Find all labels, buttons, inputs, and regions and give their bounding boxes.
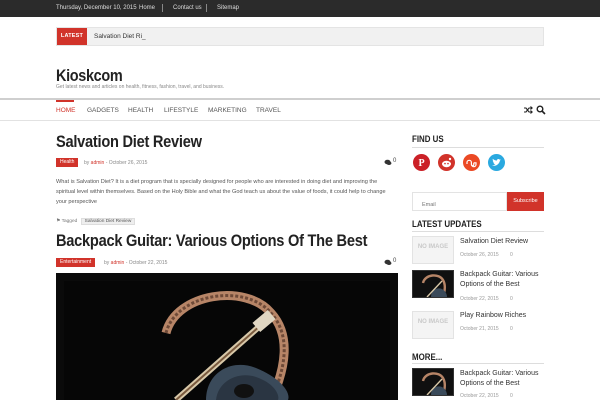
article-tags: ⚑ Tagged Salvation Diet Review (56, 218, 136, 225)
by-label: by (104, 260, 110, 266)
active-indicator (56, 100, 74, 102)
featured-image-guitar[interactable] (56, 273, 398, 400)
current-date: Thursday, December 10, 2015 (56, 5, 137, 11)
find-us-heading: FIND US (412, 134, 444, 144)
update-meta: October 21, 2015 0 (460, 326, 513, 332)
update-title[interactable]: Salvation Diet Review (460, 237, 550, 247)
pinterest-glyph: P (418, 158, 424, 169)
article-meta: by admin - October 26, 2015 (84, 160, 147, 166)
more-date: October 22, 2015 (460, 393, 499, 399)
article-excerpt: What is Salvation Diet? It is a diet pro… (56, 179, 386, 205)
main-nav: HOME GADGETS HEALTH LIFESTYLE MARKETING … (0, 100, 600, 121)
no-image-placeholder: NO IMAGE (417, 244, 449, 250)
top-link-contact[interactable]: Contact us (173, 5, 202, 11)
search-icon[interactable] (536, 105, 546, 115)
more-heading: MORE... (412, 352, 443, 362)
latest-ticker: LATEST Salvation Diet Ri_ (56, 27, 544, 46)
twitter-icon[interactable] (488, 154, 505, 171)
subscribe-button[interactable]: Subscribe (507, 192, 544, 211)
article-title[interactable]: Salvation Diet Review (56, 132, 202, 152)
update-comments: 0 (510, 296, 513, 302)
shuffle-icon[interactable] (523, 105, 533, 115)
no-image-placeholder: NO IMAGE (417, 319, 449, 325)
post-date: - October 26, 2015 (105, 160, 148, 166)
top-link-sitemap[interactable]: Sitemap (217, 5, 239, 11)
update-meta: October 26, 2015 0 (460, 252, 513, 258)
article-title[interactable]: Backpack Guitar: Various Options Of The … (56, 231, 367, 251)
update-date: October 21, 2015 (460, 326, 499, 332)
update-meta: October 22, 2015 0 (460, 296, 513, 302)
more-comments: 0 (510, 393, 513, 399)
more-title[interactable]: Backpack Guitar: Various Options of the … (460, 369, 550, 389)
top-bar: Thursday, December 10, 2015 Home Contact… (0, 0, 600, 17)
update-thumbnail[interactable]: NO IMAGE (412, 236, 454, 264)
update-title[interactable]: Play Rainbow Riches (460, 311, 550, 321)
nav-item-marketing[interactable]: MARKETING (208, 107, 247, 114)
divider (412, 363, 544, 364)
ticker-link[interactable]: Salvation Diet Ri_ (94, 33, 146, 40)
divider (412, 231, 544, 232)
category-badge[interactable]: Health (56, 158, 79, 167)
author-link[interactable]: admin (111, 260, 125, 266)
update-comments: 0 (510, 326, 513, 332)
guitar-thumb-image (421, 372, 447, 396)
update-comments: 0 (510, 252, 513, 258)
update-date: October 26, 2015 (460, 252, 499, 258)
divider (206, 4, 207, 12)
update-thumbnail[interactable]: NO IMAGE (412, 311, 454, 339)
nav-item-lifestyle[interactable]: LIFESTYLE (164, 107, 198, 114)
update-date: October 22, 2015 (460, 296, 499, 302)
nav-item-travel[interactable]: TRAVEL (256, 107, 281, 114)
pinterest-icon[interactable]: P (413, 154, 430, 171)
nav-item-health[interactable]: HEALTH (128, 107, 153, 114)
divider (162, 4, 163, 12)
guitar-illustration (56, 273, 398, 400)
update-title[interactable]: Backpack Guitar: Various Options of the … (460, 270, 550, 290)
site-tagline: Get latest news and articles on health, … (56, 84, 225, 90)
tags-label: Tagged (61, 219, 78, 224)
site-logo[interactable]: Kioskcom (56, 66, 123, 86)
guitar-thumb-image (421, 274, 447, 298)
post-date: - October 22, 2015 (125, 260, 168, 266)
comments-icon (384, 159, 392, 165)
tag-icon: ⚑ (56, 219, 61, 224)
tag-link[interactable]: Salvation Diet Review (80, 218, 136, 225)
reddit-icon[interactable] (438, 154, 455, 171)
twitter-glyph (492, 158, 501, 166)
top-link-home[interactable]: Home (139, 5, 155, 11)
svg-text:P: P (418, 158, 424, 169)
reddit-glyph (442, 157, 452, 168)
nav-item-home[interactable]: HOME (56, 107, 76, 114)
comment-number: 0 (393, 258, 397, 264)
by-label: by (84, 160, 90, 166)
more-thumbnail[interactable] (412, 368, 454, 396)
email-input[interactable] (412, 192, 507, 211)
comment-number: 0 (393, 158, 397, 164)
author-link[interactable]: admin (91, 160, 105, 166)
update-thumbnail[interactable] (412, 270, 454, 298)
stumbleupon-glyph (466, 159, 477, 168)
stumbleupon-icon[interactable] (463, 154, 480, 171)
article-meta: by admin - October 22, 2015 (104, 260, 167, 266)
divider (412, 147, 544, 148)
nav-item-gadgets[interactable]: GADGETS (87, 107, 119, 114)
category-badge[interactable]: Entertainment (56, 258, 96, 267)
more-meta: October 22, 2015 0 (460, 393, 513, 399)
latest-updates-heading: LATEST UPDATES (412, 219, 482, 229)
ticker-label: LATEST (57, 28, 87, 45)
comments-icon (384, 259, 392, 265)
